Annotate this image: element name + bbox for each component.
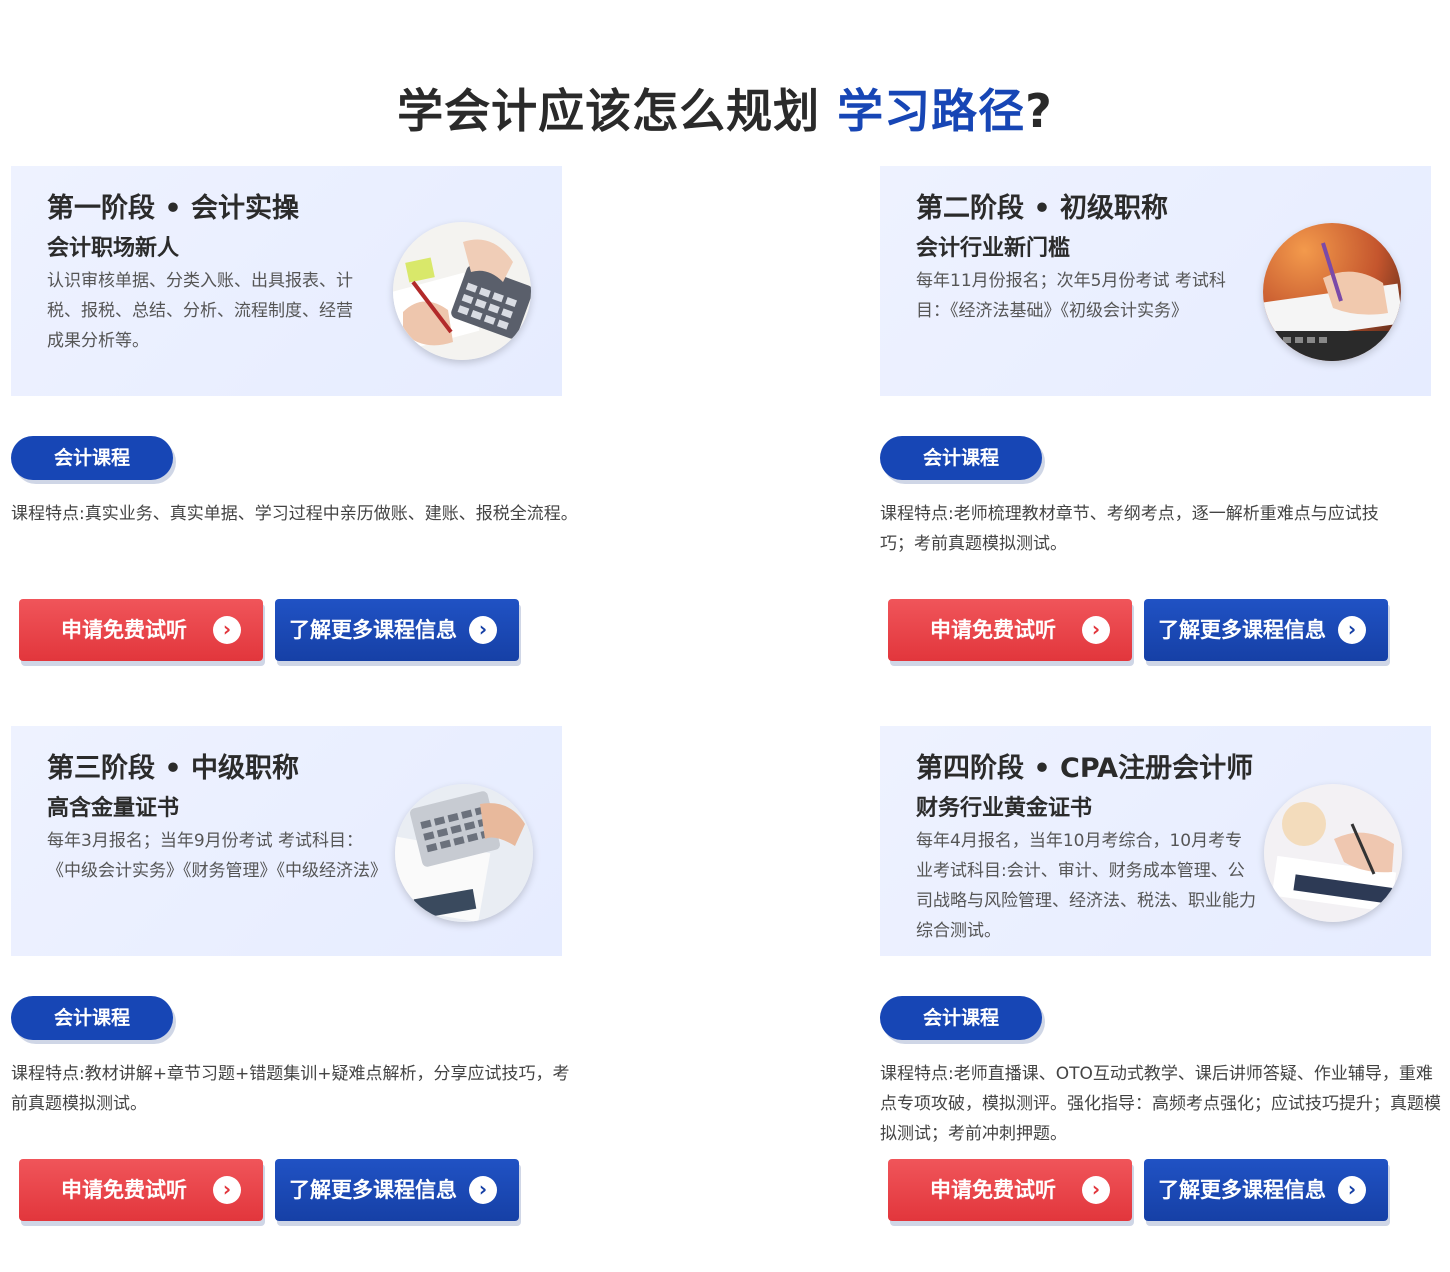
page-title-main: 学会计应该怎么规划 — [397, 83, 821, 138]
course-tag[interactable]: 会计课程 — [11, 996, 173, 1040]
stage-2-panel: 第二阶段 • 初级职称 会计行业新门槛 每年11月份报名；次年5月份考试 考试科… — [880, 166, 1431, 396]
stage-title: 第四阶段 • CPA注册会计师 — [916, 753, 1254, 784]
course-features: 课程特点:老师梳理教材章节、考纲考点，逐一解析重难点与应试技巧；考前真题模拟测试… — [880, 504, 1379, 554]
more-info-label: 了解更多课程信息 — [1158, 618, 1326, 642]
stage-description: 每年11月份报名；次年5月份考试 考试科目：《经济法基础》《初级会计实务》 — [916, 271, 1226, 321]
free-trial-button[interactable]: 申请免费试听 › — [888, 599, 1132, 661]
more-info-button[interactable]: 了解更多课程信息 › — [275, 1159, 519, 1221]
stage-subtitle: 会计职场新人 — [47, 236, 180, 261]
chevron-right-icon: › — [469, 616, 497, 644]
course-tag[interactable]: 会计课程 — [880, 996, 1042, 1040]
course-features: 课程特点:教材讲解+章节习题+错题集训+疑难点解析，分享应试技巧，考前真题模拟测… — [11, 1064, 570, 1114]
stage-4-panel: 第四阶段 • CPA注册会计师 财务行业黄金证书 每年4月报名，当年10月考综合… — [880, 726, 1431, 956]
more-info-label: 了解更多课程信息 — [1158, 1178, 1326, 1202]
free-trial-label: 申请免费试听 — [930, 1178, 1056, 1202]
stage-subtitle: 高含金量证书 — [47, 796, 180, 821]
stage-title: 第三阶段 • 中级职称 — [47, 753, 300, 784]
stage-description: 每年4月报名，当年10月考综合，10月考专业考试科目:会计、审计、财务成本管理、… — [916, 831, 1256, 941]
course-tag[interactable]: 会计课程 — [11, 436, 173, 480]
laptop-photo — [1264, 784, 1402, 922]
more-info-label: 了解更多课程信息 — [289, 1178, 457, 1202]
stage-description: 每年3月报名；当年9月份考试 考试科目：《中级会计实务》《财务管理》《中级经济法… — [47, 831, 387, 881]
stage-description: 认识审核单据、分类入账、出具报表、计税、报税、总结、分析、流程制度、经营成果分析… — [47, 271, 353, 351]
stage-1-panel: 第一阶段 • 会计实操 会计职场新人 认识审核单据、分类入账、出具报表、计税、报… — [11, 166, 562, 396]
chevron-right-icon: › — [1082, 616, 1110, 644]
chevron-right-icon: › — [1338, 616, 1366, 644]
stage-title: 第一阶段 • 会计实操 — [47, 193, 300, 224]
chevron-right-icon: › — [1082, 1176, 1110, 1204]
more-info-label: 了解更多课程信息 — [289, 618, 457, 642]
free-trial-button[interactable]: 申请免费试听 › — [19, 1159, 263, 1221]
stage-title: 第二阶段 • 初级职称 — [916, 193, 1169, 224]
free-trial-label: 申请免费试听 — [61, 1178, 187, 1202]
page-title-highlight: 学习路径 — [837, 83, 1026, 138]
course-features: 课程特点:真实业务、真实单据、学习过程中亲历做账、建账、报税全流程。 — [11, 504, 578, 524]
course-features: 课程特点:老师直播课、OTO互动式教学、课后讲师答疑、作业辅导，重难点专项攻破，… — [880, 1064, 1441, 1144]
chevron-right-icon: › — [213, 616, 241, 644]
chevron-right-icon: › — [469, 1176, 497, 1204]
chevron-right-icon: › — [1338, 1176, 1366, 1204]
free-trial-label: 申请免费试听 — [930, 618, 1056, 642]
more-info-button[interactable]: 了解更多课程信息 › — [275, 599, 519, 661]
writing-photo — [1263, 223, 1401, 361]
free-trial-button[interactable]: 申请免费试听 › — [19, 599, 263, 661]
calculator-photo — [395, 784, 533, 922]
page-title-suffix: ? — [1025, 83, 1053, 138]
chevron-right-icon: › — [213, 1176, 241, 1204]
more-info-button[interactable]: 了解更多课程信息 › — [1144, 1159, 1388, 1221]
stage-subtitle: 财务行业黄金证书 — [916, 796, 1093, 821]
free-trial-button[interactable]: 申请免费试听 › — [888, 1159, 1132, 1221]
page-title: 学会计应该怎么规划 学习路径? — [0, 75, 1450, 141]
course-tag[interactable]: 会计课程 — [880, 436, 1042, 480]
free-trial-label: 申请免费试听 — [61, 618, 187, 642]
stage-subtitle: 会计行业新门槛 — [916, 236, 1071, 261]
stage-3-panel: 第三阶段 • 中级职称 高含金量证书 每年3月报名；当年9月份考试 考试科目：《… — [11, 726, 562, 956]
calculator-photo — [393, 222, 531, 360]
more-info-button[interactable]: 了解更多课程信息 › — [1144, 599, 1388, 661]
